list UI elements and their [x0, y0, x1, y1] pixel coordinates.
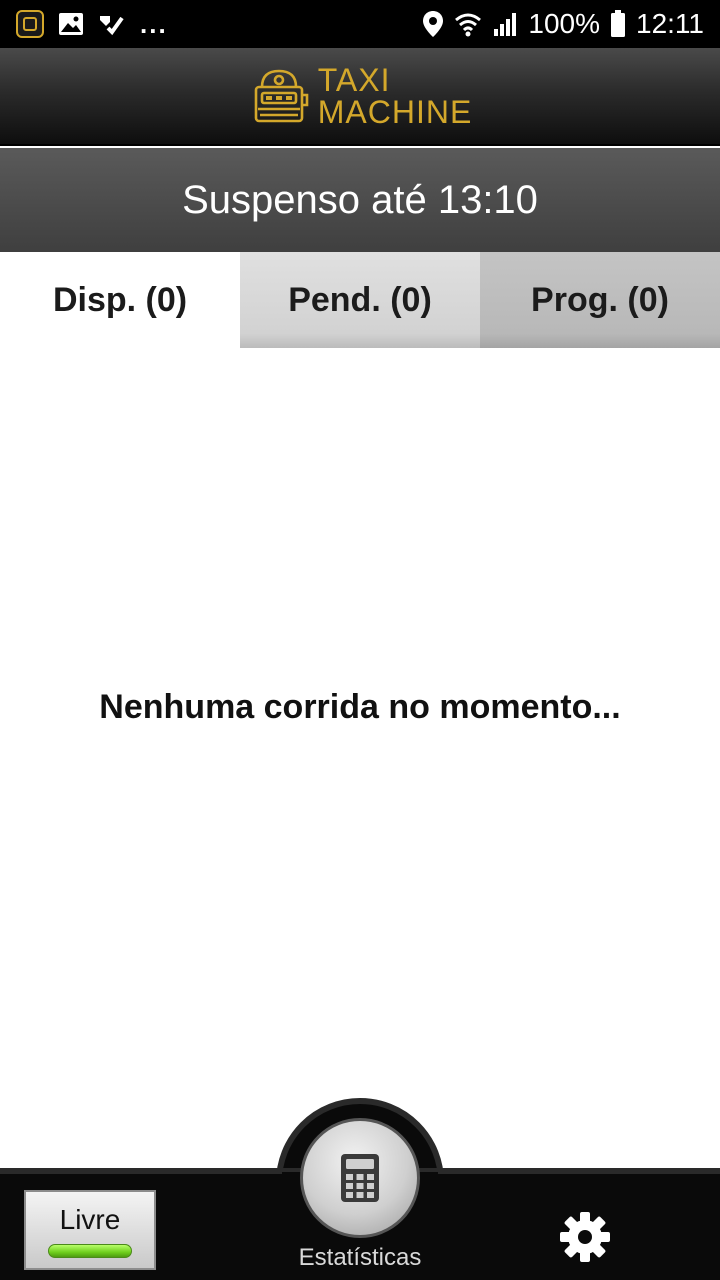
- logo-text-taxi: TAXI: [317, 62, 391, 98]
- tab-label: Prog. (0): [531, 280, 669, 319]
- calculator-icon: [341, 1154, 379, 1202]
- settings-button[interactable]: [556, 1208, 614, 1266]
- clock: 12:11: [636, 8, 704, 39]
- tab-pendentes[interactable]: Pend. (0): [240, 252, 480, 348]
- status-livre-button[interactable]: Livre: [24, 1190, 156, 1270]
- status-livre-label: Livre: [59, 1204, 121, 1235]
- empty-state-message: Nenhuma corrida no momento...: [99, 688, 621, 726]
- logo-text-machine: MACHINE: [317, 94, 473, 130]
- app-header: TAXI MACHINE: [0, 48, 720, 146]
- tab-label: Disp. (0): [52, 280, 188, 319]
- status-bar: ... 100% 12:11: [0, 0, 720, 48]
- suspension-text: Suspenso até 13:10: [182, 177, 538, 222]
- tab-label: Pend. (0): [288, 280, 432, 319]
- wifi-icon: [454, 11, 482, 37]
- statistics-button[interactable]: [300, 1118, 420, 1238]
- battery-percent: 100%: [528, 8, 600, 39]
- suspension-banner: Suspenso até 13:10: [0, 148, 720, 252]
- statistics-label: Estatísticas: [298, 1244, 422, 1271]
- slot-machine-icon: [254, 69, 309, 123]
- signal-icon: [492, 11, 518, 37]
- image-icon: [58, 12, 84, 36]
- tab-disponiveis[interactable]: Disp. (0): [0, 252, 240, 348]
- gear-icon: [560, 1212, 610, 1262]
- status-indicator: [48, 1244, 132, 1258]
- app-notification-icon: [16, 10, 44, 38]
- battery-icon: [610, 10, 626, 38]
- tab-programadas[interactable]: Prog. (0): [480, 252, 720, 348]
- app-logo: TAXI MACHINE: [248, 64, 473, 128]
- ride-tabs: Disp. (0) Pend. (0) Prog. (0): [0, 252, 720, 348]
- location-icon: [422, 10, 444, 38]
- more-notifications: ...: [140, 8, 168, 39]
- check-icon: [98, 12, 124, 36]
